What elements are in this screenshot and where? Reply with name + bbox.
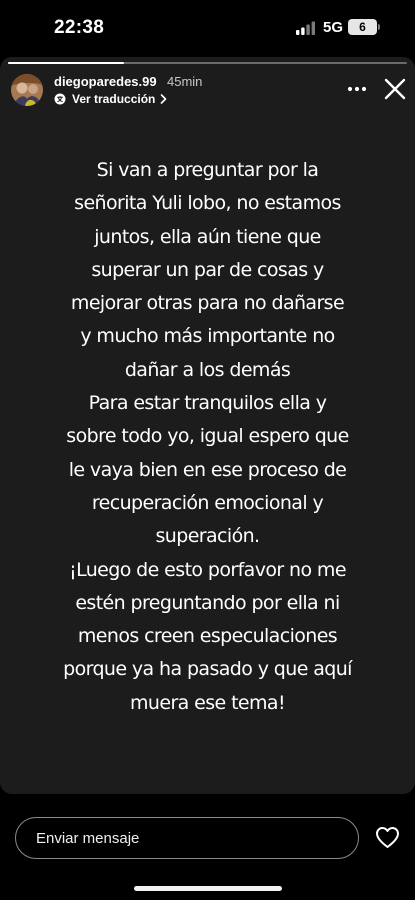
- translate-label: Ver traducción: [72, 92, 156, 106]
- story-text: Si van a preguntar por la señorita Yuli …: [63, 159, 352, 714]
- story-card[interactable]: diegoparedes.99 45min Ver traducción Si …: [0, 57, 415, 794]
- send-message-placeholder: Enviar mensaje: [36, 829, 140, 847]
- battery-icon: 6: [348, 19, 377, 35]
- more-icon[interactable]: [347, 85, 367, 93]
- status-time: 22:38: [54, 17, 105, 38]
- send-message-input[interactable]: Enviar mensaje: [15, 817, 359, 859]
- post-timestamp: 45min: [167, 74, 203, 89]
- network-label: 5G: [323, 19, 344, 36]
- translate-icon: [54, 93, 66, 105]
- avatar[interactable]: [11, 74, 43, 106]
- avatar-image: [11, 74, 43, 106]
- close-icon[interactable]: [384, 78, 406, 100]
- translate-button[interactable]: Ver traducción: [54, 91, 167, 107]
- username[interactable]: diegoparedes.99: [54, 74, 157, 89]
- status-bar: 22:38 5G 6: [0, 0, 415, 56]
- battery-cap: [378, 24, 380, 30]
- home-indicator: [134, 886, 282, 891]
- story-progress-fill: [8, 62, 124, 64]
- signal-icon: [296, 21, 315, 35]
- chevron-right-icon: [161, 94, 167, 104]
- heart-icon[interactable]: [375, 826, 400, 849]
- story-progress-bar: [8, 62, 407, 64]
